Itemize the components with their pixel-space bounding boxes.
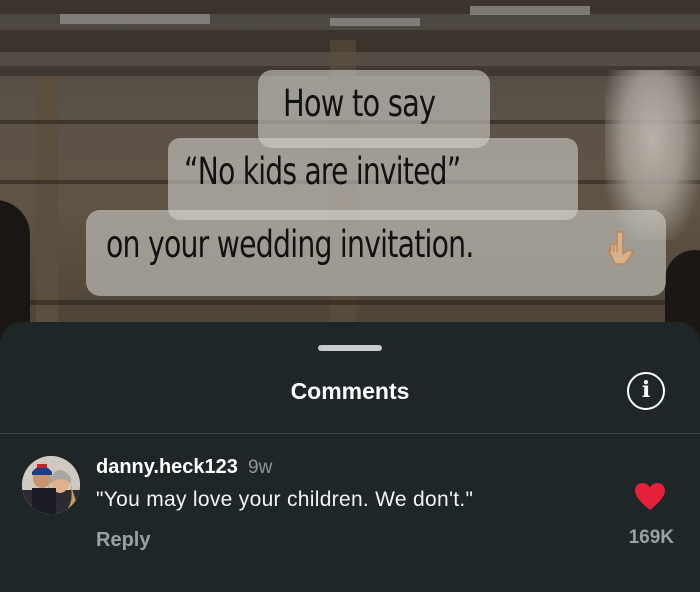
info-icon[interactable]: i	[627, 372, 665, 410]
guest-silhouette	[0, 200, 30, 340]
skylight	[330, 18, 420, 26]
sheet-drag-handle[interactable]	[318, 345, 382, 351]
comment-username[interactable]: danny.heck123	[96, 456, 238, 479]
like-count: 169K	[628, 527, 674, 548]
skylight	[470, 6, 590, 15]
comments-sheet: Comments i danny.heck123 9w "You may lov…	[0, 322, 700, 592]
caption-line-2: “No kids are invited”	[184, 150, 461, 193]
comment-text: "You may love your children. We don't."	[96, 488, 474, 511]
comment-timestamp: 9w	[248, 457, 273, 478]
ceiling-beam	[0, 0, 700, 14]
skylight	[60, 14, 210, 24]
wall-plank	[0, 300, 700, 305]
caption-line-3: on your wedding invitation.	[106, 223, 474, 266]
reply-button[interactable]: Reply	[96, 529, 150, 552]
comments-title: Comments	[290, 378, 410, 404]
heart-icon[interactable]	[634, 482, 666, 512]
avatar[interactable]	[22, 456, 80, 514]
pointing-down-hand-icon	[608, 231, 634, 265]
avatar-photo	[22, 456, 80, 514]
sheet-divider	[0, 433, 700, 434]
caption-line-1: How to say	[283, 82, 436, 125]
